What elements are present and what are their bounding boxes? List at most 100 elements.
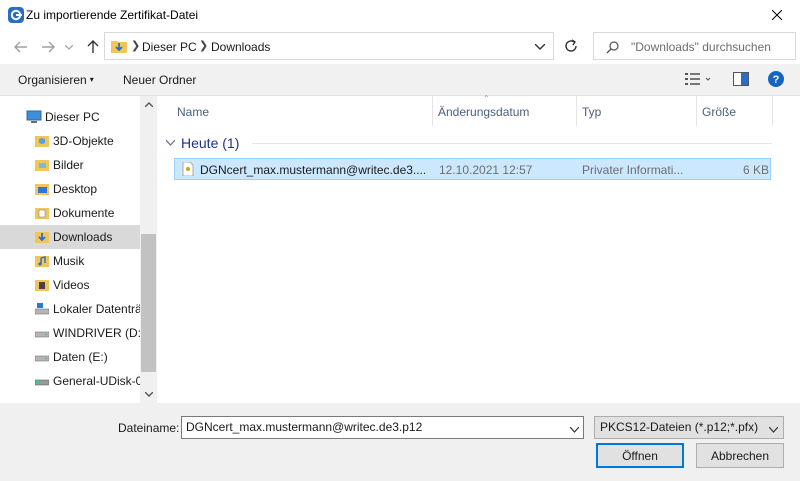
filetype-select[interactable]: PKCS12-Dateien (*.p12;*.pfx) xyxy=(594,416,784,439)
drive-icon xyxy=(34,349,50,365)
downloads-folder-icon xyxy=(34,229,50,245)
column-divider[interactable] xyxy=(696,96,697,126)
drive-icon xyxy=(34,325,50,341)
sidebar-item-videos[interactable]: Videos xyxy=(0,273,140,297)
column-divider[interactable] xyxy=(576,96,577,126)
documents-folder-icon xyxy=(34,205,50,221)
file-list: ⌃ Name Änderungsdatum Typ Größe Heute (1… xyxy=(157,94,800,403)
organize-label: Organisieren xyxy=(18,73,87,87)
command-bar: Organisieren ▾ Neuer Ordner ? xyxy=(0,64,800,96)
refresh-button[interactable] xyxy=(557,32,585,60)
help-button[interactable]: ? xyxy=(768,71,784,90)
column-divider[interactable] xyxy=(432,96,433,126)
file-type: Privater Informati... xyxy=(582,163,684,177)
sidebar-item-dokumente[interactable]: Dokumente xyxy=(0,201,140,225)
chevron-down-icon: ▾ xyxy=(89,75,94,84)
sidebar-scrollbar[interactable] xyxy=(140,96,157,403)
sidebar-item-downloads[interactable]: Downloads xyxy=(0,225,140,249)
desktop-folder-icon xyxy=(34,181,50,197)
sidebar-item-label: Musik xyxy=(53,254,85,268)
sidebar-item-desktop[interactable]: Desktop xyxy=(0,177,140,201)
usb-drive-icon xyxy=(34,373,50,389)
navigation-bar: ❯ Dieser PC ❯ Downloads "Downloads" durc… xyxy=(0,30,800,64)
scrollbar-thumb[interactable] xyxy=(141,234,156,372)
file-name: DGNcert_max.mustermann@writec.de3.... xyxy=(200,163,425,177)
close-button[interactable] xyxy=(754,0,800,30)
group-divider xyxy=(252,143,772,144)
sidebar-item-musik[interactable]: Musik xyxy=(0,249,140,273)
pictures-folder-icon xyxy=(34,157,50,173)
3d-objects-folder-icon xyxy=(34,133,50,149)
svg-text:?: ? xyxy=(773,74,780,86)
videos-folder-icon xyxy=(34,277,50,293)
sidebar-item-label: Lokaler Datenträ xyxy=(53,302,140,316)
breadcrumb-downloads[interactable]: Downloads xyxy=(211,40,270,54)
scroll-up-button[interactable] xyxy=(140,96,157,113)
navigation-pane: Dieser PC 3D-Objekte Bilder Desktop Doku… xyxy=(0,96,157,403)
column-header-date[interactable]: Änderungsdatum xyxy=(438,96,529,126)
search-box[interactable]: "Downloads" durchsuchen xyxy=(593,32,796,60)
group-header[interactable]: Heute (1) xyxy=(166,134,239,152)
address-bar[interactable]: ❯ Dieser PC ❯ Downloads xyxy=(104,32,554,60)
sidebar-item-label: Videos xyxy=(53,278,90,292)
scroll-down-button[interactable] xyxy=(140,386,157,403)
view-options-button[interactable] xyxy=(685,72,711,89)
chevron-down-icon xyxy=(166,140,175,146)
back-button[interactable] xyxy=(10,36,32,58)
column-header-name[interactable]: Name xyxy=(177,96,209,126)
search-input[interactable]: "Downloads" durchsuchen xyxy=(631,40,771,54)
file-size: 6 KB xyxy=(742,163,769,177)
sidebar-item-label: WINDRIVER (D:) xyxy=(53,326,140,340)
up-button[interactable] xyxy=(82,36,104,58)
arrow-right-icon xyxy=(42,41,55,53)
filename-label: Dateiname: xyxy=(118,421,180,435)
filetype-value: PKCS12-Dateien (*.p12;*.pfx) xyxy=(600,420,759,434)
open-button[interactable]: Öffnen xyxy=(596,443,684,468)
table-row[interactable]: DGNcert_max.mustermann@writec.de3.... 12… xyxy=(174,158,771,180)
cancel-button[interactable]: Abbrechen xyxy=(696,443,784,468)
sidebar-item-label: General-UDisk-0 xyxy=(53,374,140,388)
close-icon xyxy=(772,10,782,20)
sidebar-item-label: Dieser PC xyxy=(45,110,100,124)
chevron-down-icon xyxy=(768,422,779,436)
list-view-icon xyxy=(685,73,711,85)
sidebar-item-windriver[interactable]: WINDRIVER (D:) xyxy=(0,321,140,345)
breadcrumb-separator-icon: ❯ xyxy=(199,40,209,52)
preview-pane-button[interactable] xyxy=(733,72,749,89)
sidebar-item-label: Desktop xyxy=(53,182,98,196)
certificate-file-icon xyxy=(182,161,194,179)
sidebar-item-dieser-pc[interactable]: Dieser PC xyxy=(0,105,140,129)
arrow-left-icon xyxy=(14,41,27,53)
help-icon: ? xyxy=(768,71,784,87)
filename-input[interactable]: DGNcert_max.mustermann@writec.de3.p12 xyxy=(181,416,584,439)
group-title: Heute (1) xyxy=(181,135,240,151)
sidebar-item-lokaler-datentraeger[interactable]: Lokaler Datenträ xyxy=(0,297,140,321)
sidebar-item-label: Daten (E:) xyxy=(53,350,108,364)
sidebar-item-label: Bilder xyxy=(53,158,84,172)
music-folder-icon xyxy=(34,253,50,269)
local-drive-icon xyxy=(34,301,50,317)
sidebar-item-daten[interactable]: Daten (E:) xyxy=(0,345,140,369)
breadcrumb-dieser-pc[interactable]: Dieser PC xyxy=(142,40,197,54)
sidebar-item-general-udisk[interactable]: General-UDisk-0 xyxy=(0,369,140,393)
forward-button[interactable] xyxy=(37,36,59,58)
organize-button[interactable]: Organisieren ▾ xyxy=(18,73,94,87)
column-header-size[interactable]: Größe xyxy=(702,96,736,126)
filename-value: DGNcert_max.mustermann@writec.de3.p12 xyxy=(186,420,423,434)
chevron-up-icon xyxy=(144,102,153,107)
downloads-folder-icon xyxy=(111,39,127,56)
chevron-down-icon[interactable] xyxy=(569,422,580,436)
refresh-icon xyxy=(565,39,577,52)
sidebar-item-3d-objekte[interactable]: 3D-Objekte xyxy=(0,129,140,153)
file-date: 12.10.2021 12:57 xyxy=(439,163,533,177)
app-icon xyxy=(8,7,24,23)
column-divider[interactable] xyxy=(772,96,773,126)
search-icon xyxy=(606,40,620,57)
sidebar-item-bilder[interactable]: Bilder xyxy=(0,153,140,177)
new-folder-button[interactable]: Neuer Ordner xyxy=(123,73,196,87)
column-header-type[interactable]: Typ xyxy=(582,96,601,126)
sidebar-item-label: Dokumente xyxy=(53,206,115,220)
breadcrumb-separator-icon: ❯ xyxy=(131,40,141,52)
recent-locations-button[interactable] xyxy=(61,36,77,58)
chevron-down-icon[interactable] xyxy=(534,39,546,53)
